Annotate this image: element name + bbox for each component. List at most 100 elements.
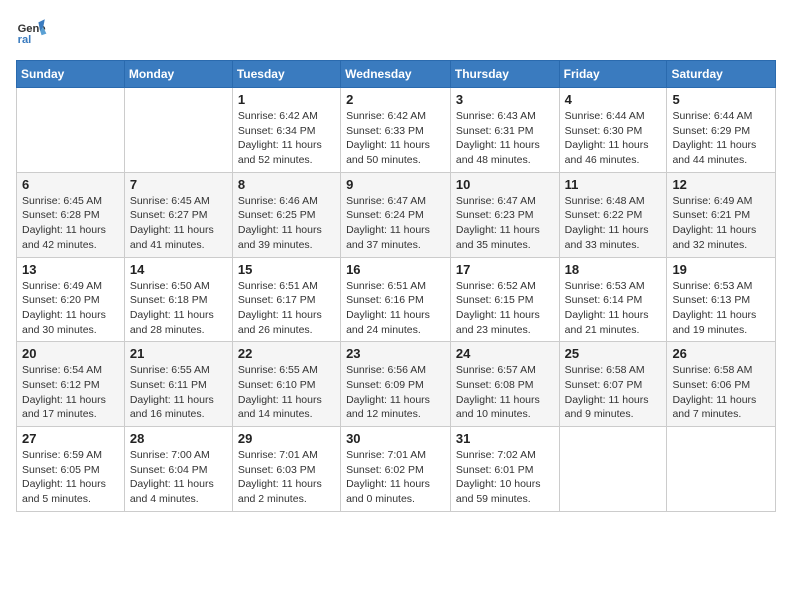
calendar-cell: 8 Sunrise: 6:46 AM Sunset: 6:25 PM Daylig… — [232, 172, 340, 257]
calendar-table: SundayMondayTuesdayWednesdayThursdayFrid… — [16, 60, 776, 512]
calendar-cell: 28 Sunrise: 7:00 AM Sunset: 6:04 PM Dayli… — [124, 427, 232, 512]
day-info: Sunrise: 6:46 AM Sunset: 6:25 PM Dayligh… — [238, 194, 335, 253]
day-info: Sunrise: 6:42 AM Sunset: 6:33 PM Dayligh… — [346, 109, 445, 168]
calendar-cell — [667, 427, 776, 512]
day-info: Sunrise: 6:45 AM Sunset: 6:28 PM Dayligh… — [22, 194, 119, 253]
calendar-cell: 30 Sunrise: 7:01 AM Sunset: 6:02 PM Dayli… — [341, 427, 451, 512]
calendar-cell: 19Sunrise: 6:53 AM Sunset: 6:13 PM Dayli… — [667, 257, 776, 342]
day-number: 7 — [130, 177, 227, 192]
weekday-header-tuesday: Tuesday — [232, 61, 340, 88]
weekday-header-sunday: Sunday — [17, 61, 125, 88]
day-info: Sunrise: 6:58 AM Sunset: 6:07 PM Dayligh… — [565, 363, 662, 422]
calendar-cell — [124, 88, 232, 173]
day-info: Sunrise: 6:47 AM Sunset: 6:23 PM Dayligh… — [456, 194, 554, 253]
calendar-cell: 14 Sunrise: 6:50 AM Sunset: 6:18 PM Dayli… — [124, 257, 232, 342]
day-number: 2 — [346, 92, 445, 107]
day-number: 15 — [238, 262, 335, 277]
calendar-cell: 1 Sunrise: 6:42 AM Sunset: 6:34 PM Daylig… — [232, 88, 340, 173]
logo: Gene ral — [16, 16, 52, 48]
day-info: Sunrise: 6:54 AM Sunset: 6:12 PM Dayligh… — [22, 363, 119, 422]
calendar-cell: 13 Sunrise: 6:49 AM Sunset: 6:20 PM Dayli… — [17, 257, 125, 342]
day-number: 8 — [238, 177, 335, 192]
calendar-cell: 29 Sunrise: 7:01 AM Sunset: 6:03 PM Dayli… — [232, 427, 340, 512]
weekday-header-wednesday: Wednesday — [341, 61, 451, 88]
day-info: Sunrise: 6:58 AM Sunset: 6:06 PM Dayligh… — [672, 363, 770, 422]
day-number: 13 — [22, 262, 119, 277]
calendar-cell: 2 Sunrise: 6:42 AM Sunset: 6:33 PM Daylig… — [341, 88, 451, 173]
calendar-cell: 25 Sunrise: 6:58 AM Sunset: 6:07 PM Dayli… — [559, 342, 667, 427]
day-info: Sunrise: 6:55 AM Sunset: 6:10 PM Dayligh… — [238, 363, 335, 422]
day-number: 11 — [565, 177, 662, 192]
day-number: 30 — [346, 431, 445, 446]
calendar-cell: 24 Sunrise: 6:57 AM Sunset: 6:08 PM Dayli… — [450, 342, 559, 427]
day-number: 3 — [456, 92, 554, 107]
day-number: 26 — [672, 346, 770, 361]
day-number: 20 — [22, 346, 119, 361]
day-number: 18 — [565, 262, 662, 277]
day-info: Sunrise: 7:01 AM Sunset: 6:03 PM Dayligh… — [238, 448, 335, 507]
calendar-cell: 6 Sunrise: 6:45 AM Sunset: 6:28 PM Daylig… — [17, 172, 125, 257]
day-info: Sunrise: 6:55 AM Sunset: 6:11 PM Dayligh… — [130, 363, 227, 422]
svg-text:ral: ral — [18, 34, 32, 46]
weekday-header-friday: Friday — [559, 61, 667, 88]
calendar-cell: 23 Sunrise: 6:56 AM Sunset: 6:09 PM Dayli… — [341, 342, 451, 427]
weekday-header-monday: Monday — [124, 61, 232, 88]
day-info: Sunrise: 6:51 AM Sunset: 6:16 PM Dayligh… — [346, 279, 445, 338]
day-number: 4 — [565, 92, 662, 107]
day-number: 25 — [565, 346, 662, 361]
day-number: 23 — [346, 346, 445, 361]
calendar-cell — [17, 88, 125, 173]
calendar-cell: 22 Sunrise: 6:55 AM Sunset: 6:10 PM Dayli… — [232, 342, 340, 427]
day-number: 14 — [130, 262, 227, 277]
day-number: 21 — [130, 346, 227, 361]
calendar-cell: 17 Sunrise: 6:52 AM Sunset: 6:15 PM Dayli… — [450, 257, 559, 342]
day-number: 16 — [346, 262, 445, 277]
day-info: Sunrise: 6:57 AM Sunset: 6:08 PM Dayligh… — [456, 363, 554, 422]
day-number: 6 — [22, 177, 119, 192]
logo-icon: Gene ral — [16, 16, 48, 48]
calendar-cell: 20 Sunrise: 6:54 AM Sunset: 6:12 PM Dayli… — [17, 342, 125, 427]
day-info: Sunrise: 7:00 AM Sunset: 6:04 PM Dayligh… — [130, 448, 227, 507]
day-info: Sunrise: 6:47 AM Sunset: 6:24 PM Dayligh… — [346, 194, 445, 253]
day-info: Sunrise: 7:02 AM Sunset: 6:01 PM Dayligh… — [456, 448, 554, 507]
calendar-cell — [559, 427, 667, 512]
weekday-header-saturday: Saturday — [667, 61, 776, 88]
calendar-cell: 5 Sunrise: 6:44 AM Sunset: 6:29 PM Daylig… — [667, 88, 776, 173]
day-number: 9 — [346, 177, 445, 192]
day-number: 10 — [456, 177, 554, 192]
day-number: 17 — [456, 262, 554, 277]
day-info: Sunrise: 6:56 AM Sunset: 6:09 PM Dayligh… — [346, 363, 445, 422]
day-info: Sunrise: 6:48 AM Sunset: 6:22 PM Dayligh… — [565, 194, 662, 253]
day-info: Sunrise: 6:42 AM Sunset: 6:34 PM Dayligh… — [238, 109, 335, 168]
day-info: Sunrise: 6:43 AM Sunset: 6:31 PM Dayligh… — [456, 109, 554, 168]
calendar-cell: 11 Sunrise: 6:48 AM Sunset: 6:22 PM Dayli… — [559, 172, 667, 257]
day-info: Sunrise: 6:45 AM Sunset: 6:27 PM Dayligh… — [130, 194, 227, 253]
calendar-cell: 21 Sunrise: 6:55 AM Sunset: 6:11 PM Dayli… — [124, 342, 232, 427]
day-number: 5 — [672, 92, 770, 107]
day-number: 31 — [456, 431, 554, 446]
calendar-cell: 10 Sunrise: 6:47 AM Sunset: 6:23 PM Dayli… — [450, 172, 559, 257]
day-info: Sunrise: 6:59 AM Sunset: 6:05 PM Dayligh… — [22, 448, 119, 507]
calendar-cell: 9 Sunrise: 6:47 AM Sunset: 6:24 PM Daylig… — [341, 172, 451, 257]
day-info: Sunrise: 7:01 AM Sunset: 6:02 PM Dayligh… — [346, 448, 445, 507]
day-number: 29 — [238, 431, 335, 446]
day-number: 22 — [238, 346, 335, 361]
day-number: 28 — [130, 431, 227, 446]
day-info: Sunrise: 6:44 AM Sunset: 6:29 PM Dayligh… — [672, 109, 770, 168]
day-info: Sunrise: 6:51 AM Sunset: 6:17 PM Dayligh… — [238, 279, 335, 338]
calendar-cell: 7 Sunrise: 6:45 AM Sunset: 6:27 PM Daylig… — [124, 172, 232, 257]
day-number: 24 — [456, 346, 554, 361]
weekday-header-thursday: Thursday — [450, 61, 559, 88]
calendar-cell: 3 Sunrise: 6:43 AM Sunset: 6:31 PM Daylig… — [450, 88, 559, 173]
calendar-cell: 31 Sunrise: 7:02 AM Sunset: 6:01 PM Dayli… — [450, 427, 559, 512]
day-info: Sunrise: 6:49 AM Sunset: 6:21 PM Dayligh… — [672, 194, 770, 253]
day-info: Sunrise: 6:50 AM Sunset: 6:18 PM Dayligh… — [130, 279, 227, 338]
calendar-cell: 27Sunrise: 6:59 AM Sunset: 6:05 PM Dayli… — [17, 427, 125, 512]
calendar-cell: 12Sunrise: 6:49 AM Sunset: 6:21 PM Dayli… — [667, 172, 776, 257]
day-info: Sunrise: 6:52 AM Sunset: 6:15 PM Dayligh… — [456, 279, 554, 338]
day-info: Sunrise: 6:53 AM Sunset: 6:14 PM Dayligh… — [565, 279, 662, 338]
day-info: Sunrise: 6:49 AM Sunset: 6:20 PM Dayligh… — [22, 279, 119, 338]
calendar-cell: 15 Sunrise: 6:51 AM Sunset: 6:17 PM Dayli… — [232, 257, 340, 342]
day-number: 1 — [238, 92, 335, 107]
day-number: 19 — [672, 262, 770, 277]
